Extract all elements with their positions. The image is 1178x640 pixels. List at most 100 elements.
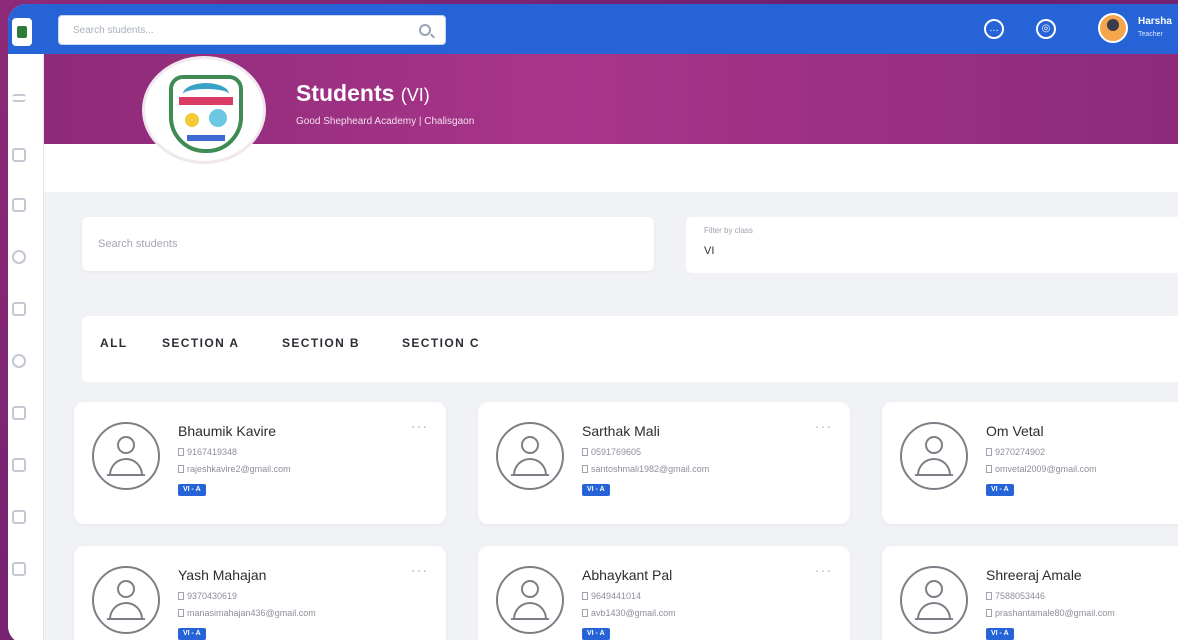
page-title-class: (VI) xyxy=(400,85,430,105)
student-search-input[interactable] xyxy=(82,217,654,271)
clock-icon[interactable] xyxy=(12,354,26,368)
globe-icon[interactable]: ◎ xyxy=(1036,19,1056,39)
calendar-icon[interactable] xyxy=(12,198,26,212)
home-icon[interactable] xyxy=(12,148,26,162)
section-badge: VI - A xyxy=(986,484,1014,496)
chat-icon[interactable]: … xyxy=(984,19,1004,39)
student-phone-value: 9649441014 xyxy=(591,591,642,601)
more-options-icon[interactable]: ··· xyxy=(815,562,832,578)
more-options-icon[interactable]: ··· xyxy=(815,418,832,434)
class-filter-select[interactable]: Filter by class VI xyxy=(686,217,1178,273)
student-email-value: prashantamale80@gmail.com xyxy=(995,608,1115,618)
student-phone: 0591769605 xyxy=(582,447,641,457)
page-title: Students (VI) xyxy=(296,80,430,107)
student-email-value: avb1430@gmail.com xyxy=(591,608,676,618)
school-subtitle: Good Shepheard Academy | Chalisgaon xyxy=(296,116,475,127)
student-card[interactable]: Om Vetal 9270274902 omvetal2009@gmail.co… xyxy=(882,402,1178,524)
tab-section-c[interactable]: SECTION C xyxy=(402,336,480,350)
document-icon[interactable] xyxy=(12,406,26,420)
section-badge: VI - A xyxy=(178,628,206,640)
student-search-box xyxy=(82,217,654,271)
menu-icon[interactable] xyxy=(12,94,26,102)
student-name: Om Vetal xyxy=(986,423,1044,439)
top-bar: Search students... … ◎ Harsha Teacher xyxy=(8,4,1178,54)
school-crest-icon xyxy=(169,75,243,153)
student-card[interactable]: Shreeraj Amale 7588053446 prashantamale8… xyxy=(882,546,1178,640)
phone-icon xyxy=(986,592,992,600)
student-avatar-icon xyxy=(496,566,564,634)
section-badge: VI - A xyxy=(582,628,610,640)
student-phone-value: 7588053446 xyxy=(995,591,1046,601)
student-email: avb1430@gmail.com xyxy=(582,608,676,618)
global-search-input[interactable]: Search students... xyxy=(58,15,446,45)
student-phone-value: 9370430619 xyxy=(187,591,238,601)
email-icon xyxy=(986,609,992,617)
student-phone-value: 9167419348 xyxy=(187,447,238,457)
student-email: omvetal2009@gmail.com xyxy=(986,464,1097,474)
user-name[interactable]: Harsha xyxy=(1138,16,1172,27)
email-icon xyxy=(582,609,588,617)
user-role: Teacher xyxy=(1138,31,1163,38)
student-card[interactable]: Yash Mahajan 9370430619 manasimahajan436… xyxy=(74,546,446,640)
student-phone: 9370430619 xyxy=(178,591,237,601)
student-phone: 7588053446 xyxy=(986,591,1045,601)
student-avatar-icon xyxy=(496,422,564,490)
tab-all[interactable]: ALL xyxy=(100,336,128,350)
section-badge: VI - A xyxy=(582,484,610,496)
student-phone: 9270274902 xyxy=(986,447,1045,457)
more-options-icon[interactable]: ··· xyxy=(411,562,428,578)
student-phone-value: 9270274902 xyxy=(995,447,1046,457)
settings-icon[interactable] xyxy=(12,562,26,576)
email-icon xyxy=(178,465,184,473)
school-logo xyxy=(142,56,266,164)
student-email-value: omvetal2009@gmail.com xyxy=(995,464,1097,474)
sidebar xyxy=(8,54,44,640)
student-name: Sarthak Mali xyxy=(582,423,660,439)
book-icon[interactable] xyxy=(12,302,26,316)
student-phone: 9167419348 xyxy=(178,447,237,457)
student-email-value: rajeshkavire2@gmail.com xyxy=(187,464,291,474)
student-avatar-icon xyxy=(92,566,160,634)
email-icon xyxy=(986,465,992,473)
student-email: santoshmali1982@gmail.com xyxy=(582,464,709,474)
section-tabs: ALL SECTION A SECTION B SECTION C xyxy=(82,316,1178,382)
tab-section-a[interactable]: SECTION A xyxy=(162,336,240,350)
student-avatar-icon xyxy=(900,422,968,490)
search-icon[interactable] xyxy=(419,24,431,36)
student-phone: 9649441014 xyxy=(582,591,641,601)
student-email: manasimahajan436@gmail.com xyxy=(178,608,316,618)
section-badge: VI - A xyxy=(178,484,206,496)
phone-icon xyxy=(582,592,588,600)
student-avatar-icon xyxy=(92,422,160,490)
phone-icon xyxy=(178,448,184,456)
app-logo-icon[interactable] xyxy=(12,18,32,46)
student-email-value: manasimahajan436@gmail.com xyxy=(187,608,316,618)
tab-section-b[interactable]: SECTION B xyxy=(282,336,360,350)
student-name: Abhaykant Pal xyxy=(582,567,673,583)
phone-icon xyxy=(178,592,184,600)
student-card[interactable]: Abhaykant Pal 9649441014 avb1430@gmail.c… xyxy=(478,546,850,640)
email-icon xyxy=(582,465,588,473)
student-email-value: santoshmali1982@gmail.com xyxy=(591,464,710,474)
phone-icon xyxy=(582,448,588,456)
phone-icon xyxy=(986,448,992,456)
chart-icon[interactable] xyxy=(12,458,26,472)
folder-icon[interactable] xyxy=(12,510,26,524)
more-options-icon[interactable]: ··· xyxy=(411,418,428,434)
student-phone-value: 0591769605 xyxy=(591,447,642,457)
class-filter-label: Filter by class xyxy=(704,226,753,235)
student-card[interactable]: Bhaumik Kavire 9167419348 rajeshkavire2@… xyxy=(74,402,446,524)
student-name: Shreeraj Amale xyxy=(986,567,1082,583)
search-nav-icon[interactable] xyxy=(12,250,26,264)
user-avatar[interactable] xyxy=(1098,13,1128,43)
global-search-placeholder: Search students... xyxy=(73,25,154,36)
student-name: Bhaumik Kavire xyxy=(178,423,277,439)
student-avatar-icon xyxy=(900,566,968,634)
page-title-text: Students xyxy=(296,80,395,106)
section-badge: VI - A xyxy=(986,628,1014,640)
email-icon xyxy=(178,609,184,617)
student-card[interactable]: Sarthak Mali 0591769605 santoshmali1982@… xyxy=(478,402,850,524)
student-name: Yash Mahajan xyxy=(178,567,267,583)
student-email: rajeshkavire2@gmail.com xyxy=(178,464,291,474)
class-filter-value: VI xyxy=(704,245,715,257)
